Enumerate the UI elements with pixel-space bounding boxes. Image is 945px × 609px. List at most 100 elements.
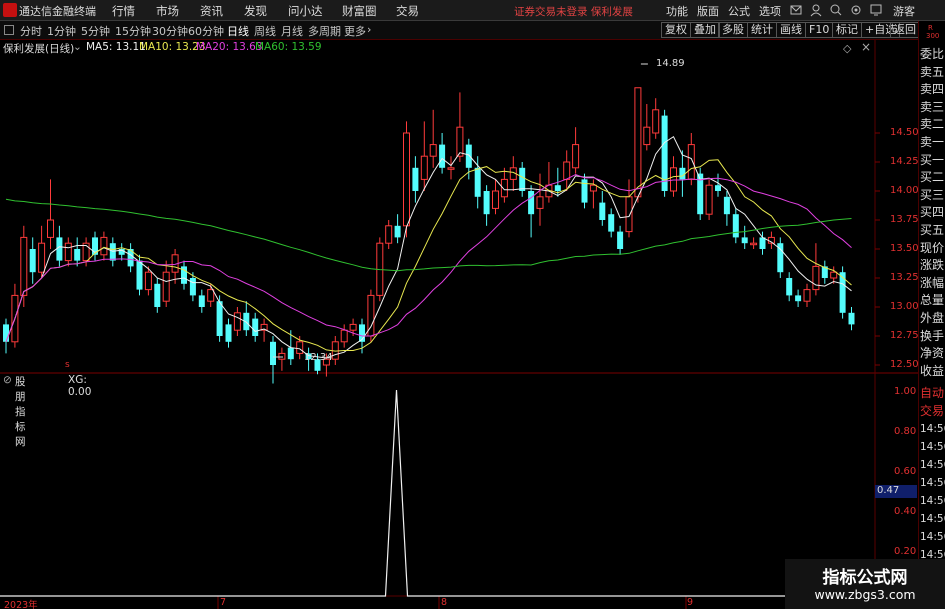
candle[interactable] — [545, 162, 553, 203]
guest-label[interactable]: 游客 — [893, 3, 915, 19]
side-label[interactable]: 买一 — [920, 152, 944, 168]
side-label[interactable]: 涨跌 — [920, 257, 944, 273]
side-label[interactable]: 收益 — [920, 363, 944, 379]
gear-icon[interactable]: ⊘ — [3, 374, 12, 386]
candle[interactable] — [777, 237, 784, 278]
side-label[interactable]: 买三 — [920, 187, 944, 203]
candle[interactable] — [625, 179, 633, 238]
menu-gongshi[interactable]: 公式 — [728, 3, 750, 19]
candle[interactable] — [439, 133, 446, 174]
candle[interactable] — [812, 243, 820, 296]
side-label[interactable]: 委比 — [920, 46, 944, 62]
menu-gongneng[interactable]: 功能 — [666, 3, 688, 19]
candle[interactable] — [233, 307, 241, 336]
chevron-down-icon[interactable]: ⌄ — [73, 41, 82, 53]
candle[interactable] — [340, 324, 348, 348]
biaoji-button[interactable]: 标记 — [832, 22, 862, 38]
back-button[interactable]: 返回 — [890, 22, 920, 38]
login-notice[interactable]: 证券交易未登录 保利发展 — [514, 4, 633, 19]
candle[interactable] — [64, 237, 72, 267]
monitor-icon[interactable] — [870, 3, 882, 17]
side-label[interactable]: 总量 — [920, 292, 944, 308]
candle[interactable] — [608, 208, 615, 238]
tab-monthly[interactable]: 月线 — [281, 23, 303, 39]
candle[interactable] — [394, 214, 401, 244]
menu-wenxiaoda[interactable]: 问小达 — [288, 3, 323, 19]
side-label[interactable]: 现价 — [920, 240, 944, 256]
tab-multi-period[interactable]: 多周期 — [308, 23, 341, 39]
candle[interactable] — [47, 179, 54, 249]
tongji-button[interactable]: 统计 — [747, 22, 777, 38]
side-label[interactable]: 买二 — [920, 169, 944, 185]
candle[interactable] — [563, 150, 571, 191]
candle[interactable] — [367, 289, 375, 342]
candle[interactable] — [429, 109, 437, 168]
candle[interactable] — [412, 156, 419, 203]
candle[interactable] — [447, 156, 455, 180]
user-icon[interactable] — [810, 3, 822, 17]
candle[interactable] — [74, 237, 81, 267]
candle[interactable] — [403, 121, 410, 238]
candle[interactable] — [652, 98, 660, 139]
menu-zixun[interactable]: 资讯 — [200, 3, 223, 19]
candle[interactable] — [207, 283, 215, 307]
candle[interactable] — [848, 307, 855, 331]
candle[interactable] — [492, 179, 499, 215]
chevron-right-icon[interactable]: › — [367, 23, 371, 36]
diejia-button[interactable]: 叠加 — [690, 22, 720, 38]
menu-shichang[interactable]: 市场 — [156, 3, 179, 19]
candle[interactable] — [795, 289, 802, 307]
tab-30min[interactable]: 30分钟 — [152, 23, 188, 39]
side-label-auto[interactable]: 自动 — [920, 385, 944, 401]
tab-fenshi[interactable]: 分时 — [20, 23, 42, 39]
candle[interactable] — [767, 231, 775, 249]
side-label[interactable]: 卖一 — [920, 134, 944, 150]
candle[interactable] — [225, 318, 232, 348]
candle[interactable] — [705, 179, 713, 220]
f10-button[interactable]: F10 — [805, 22, 834, 38]
candle[interactable] — [181, 260, 187, 290]
candle[interactable] — [599, 191, 606, 226]
huaxian-button[interactable]: 画线 — [776, 22, 806, 38]
close-icon[interactable]: × — [861, 40, 871, 54]
candle[interactable] — [109, 237, 116, 267]
candle[interactable] — [11, 283, 19, 348]
candle[interactable] — [617, 225, 624, 255]
side-label[interactable]: 买五 — [920, 222, 944, 238]
candle[interactable] — [803, 283, 811, 307]
candle[interactable] — [278, 347, 286, 371]
menu-xuanxiang[interactable]: 选项 — [759, 3, 781, 19]
panel-toggle-icon[interactable] — [4, 25, 14, 35]
side-label-auto[interactable]: 交易 — [920, 403, 944, 419]
candle[interactable] — [643, 104, 651, 151]
candle[interactable] — [661, 109, 668, 197]
menu-hangqing[interactable]: 行情 — [112, 3, 135, 19]
candle[interactable] — [270, 336, 276, 384]
event-marker[interactable]: s — [65, 360, 70, 370]
candle[interactable] — [572, 127, 580, 174]
candle[interactable] — [715, 173, 721, 197]
side-label[interactable]: 卖三 — [920, 99, 944, 115]
candle[interactable] — [162, 260, 170, 307]
candle[interactable] — [474, 156, 481, 209]
candle[interactable] — [20, 225, 28, 307]
candle[interactable] — [536, 173, 544, 226]
candle[interactable] — [456, 92, 464, 162]
kline-chart[interactable] — [0, 40, 918, 609]
mail-icon[interactable] — [790, 3, 802, 17]
tab-60min[interactable]: 60分钟 — [188, 23, 224, 39]
candle[interactable] — [29, 237, 36, 284]
candle[interactable] — [483, 185, 490, 226]
candle[interactable] — [500, 167, 508, 203]
side-label[interactable]: 卖五 — [920, 64, 944, 80]
candle[interactable] — [723, 191, 730, 226]
candle[interactable] — [38, 225, 46, 278]
candle[interactable] — [118, 243, 125, 261]
tab-15min[interactable]: 15分钟 — [115, 23, 151, 39]
diamond-icon[interactable]: ◇ — [843, 42, 851, 55]
candle[interactable] — [786, 272, 793, 302]
candle[interactable] — [100, 231, 108, 261]
side-label[interactable]: 卖二 — [920, 116, 944, 132]
side-label[interactable]: 换手 — [920, 328, 944, 344]
candle[interactable] — [296, 336, 304, 360]
